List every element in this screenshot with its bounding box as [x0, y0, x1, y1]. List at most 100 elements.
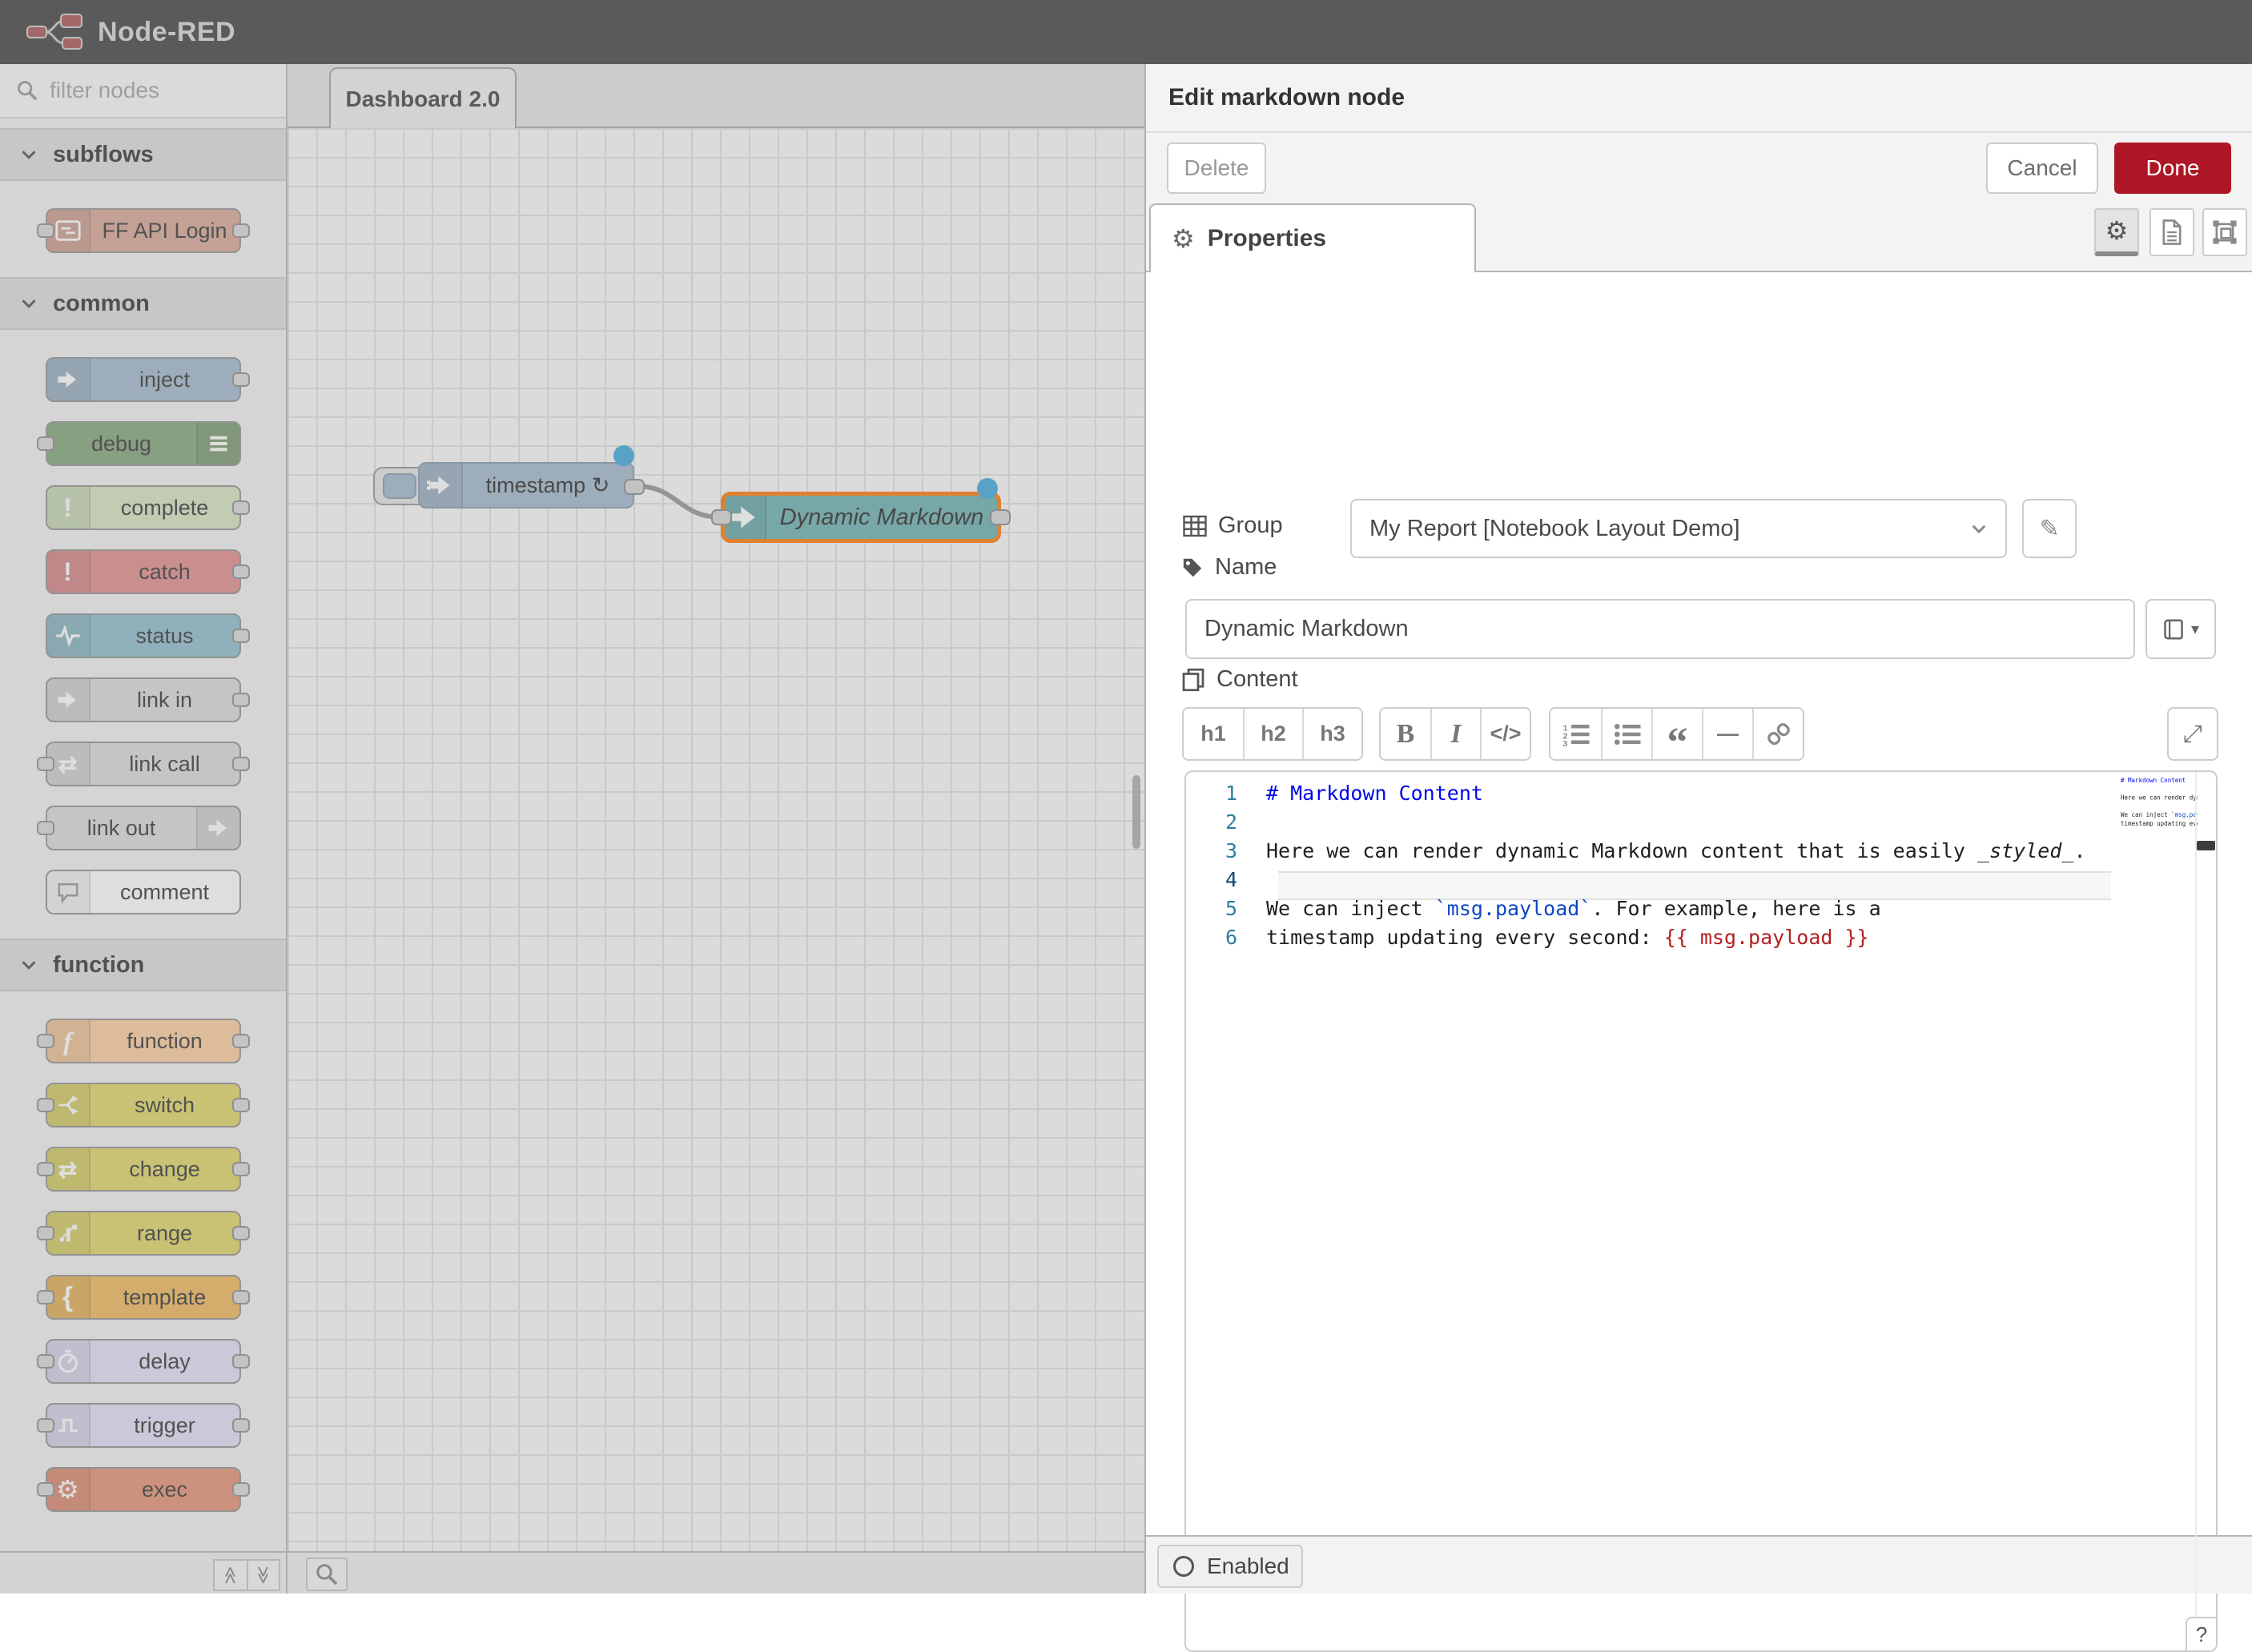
link-button[interactable]: [1752, 709, 1803, 759]
appearance-view-button[interactable]: [2202, 208, 2247, 256]
flow-node-timestamp[interactable]: timestamp ↻: [418, 462, 634, 508]
node-palette: filter nodes subflowsFF API Logincommoni…: [0, 64, 288, 1551]
palette-node-link-call[interactable]: ⇄link call: [46, 742, 241, 786]
output-port: [232, 1034, 250, 1048]
appearance-icon: [2212, 219, 2238, 245]
content-label: Content: [1181, 666, 1298, 693]
editor-line-2[interactable]: 2: [1186, 807, 2216, 836]
properties-view-button[interactable]: ⚙: [2094, 208, 2139, 256]
palette-node-switch[interactable]: switch: [46, 1083, 241, 1127]
arrow-icon: [47, 359, 90, 400]
palette-node-label: inject: [90, 359, 239, 400]
palette-section-header-function[interactable]: function: [0, 939, 286, 991]
workspace-tab-bar: Dashboard 2.0: [288, 64, 1144, 128]
palette-node-inject[interactable]: inject: [46, 357, 241, 402]
edit-group-button[interactable]: ✎: [2022, 499, 2077, 558]
palette-node-complete[interactable]: !complete: [46, 485, 241, 530]
markdown-input-port[interactable]: [711, 509, 732, 525]
palette-node-debug[interactable]: debug: [46, 421, 241, 466]
output-port: [232, 565, 250, 579]
arrow-icon: [47, 679, 90, 721]
palette-node-comment[interactable]: comment: [46, 870, 241, 914]
h1-button[interactable]: h1: [1184, 709, 1243, 759]
cancel-button[interactable]: Cancel: [1986, 143, 2098, 194]
editor-line-4[interactable]: 4: [1186, 865, 2216, 894]
name-input[interactable]: Dynamic Markdown: [1185, 599, 2135, 659]
editor-line-1[interactable]: 1# Markdown Content: [1186, 778, 2216, 807]
delete-button[interactable]: Delete: [1167, 143, 1266, 194]
palette-section-header-common[interactable]: common: [0, 277, 286, 330]
chevron-down-icon: [19, 145, 38, 164]
editor-line-3[interactable]: 3Here we can render dynamic Markdown con…: [1186, 836, 2216, 865]
done-button[interactable]: Done: [2114, 143, 2231, 194]
bold-button[interactable]: B: [1381, 709, 1430, 759]
input-port: [37, 436, 54, 451]
search-icon: [16, 79, 38, 102]
chevron-down-icon: [19, 955, 38, 975]
timestamp-changed-indicator: [613, 445, 634, 466]
output-port: [232, 757, 250, 771]
palette-node-function[interactable]: ffunction: [46, 1019, 241, 1063]
canvas-search-button[interactable]: [306, 1558, 348, 1591]
caret-down-icon: ▾: [2191, 619, 2199, 639]
wire-timestamp-to-markdown[interactable]: [288, 128, 1144, 1551]
bubble-icon: [47, 871, 90, 913]
flow-node-dynamic-markdown[interactable]: Dynamic Markdown: [721, 492, 1001, 543]
app-title: Node-RED: [98, 17, 235, 48]
h3-button[interactable]: h3: [1302, 709, 1361, 759]
name-label-options-button[interactable]: ▾: [2145, 599, 2216, 659]
palette-section-header-subflows[interactable]: subflows: [0, 128, 286, 181]
palette-node-catch[interactable]: !catch: [46, 549, 241, 594]
unordered-list-button[interactable]: [1601, 709, 1651, 759]
palette-node-trigger[interactable]: trigger: [46, 1403, 241, 1448]
palette-node-ff-api-login[interactable]: FF API Login: [46, 208, 241, 253]
palette-node-link-out[interactable]: link out: [46, 806, 241, 850]
palette-node-link-in[interactable]: link in: [46, 677, 241, 722]
output-port: [232, 1162, 250, 1176]
markdown-content-editor[interactable]: 1# Markdown Content23Here we can render …: [1184, 770, 2218, 1652]
blockquote-button[interactable]: “: [1651, 709, 1702, 759]
line-text: # Markdown Content: [1266, 782, 1483, 805]
unordered-list-icon: [1613, 722, 1642, 746]
ordered-list-button[interactable]: 123: [1550, 709, 1601, 759]
chevron-down-icon: [1968, 518, 1989, 539]
palette-section-items-common: inject debug !complete !catch status link in ⇄…: [0, 330, 286, 939]
flow-canvas[interactable]: timestamp ↻ Dynamic Markdown: [288, 128, 1144, 1551]
tab-properties[interactable]: ⚙ Properties: [1149, 203, 1476, 272]
input-port: [37, 1226, 54, 1240]
palette-filter-input[interactable]: filter nodes: [0, 64, 286, 119]
editor-minimap[interactable]: # Markdown ContentHere we can render dyn…: [2121, 777, 2198, 881]
palette-node-label: comment: [90, 871, 239, 913]
palette-node-status[interactable]: status: [46, 613, 241, 658]
palette-node-change[interactable]: ⇄change: [46, 1147, 241, 1192]
toggle-circle-icon: [1173, 1556, 1194, 1577]
input-port: [37, 1034, 54, 1048]
arrow-icon: [196, 807, 239, 849]
timestamp-output-port[interactable]: [624, 479, 645, 495]
palette-node-delay[interactable]: delay: [46, 1339, 241, 1384]
palette-node-label: debug: [47, 423, 196, 464]
tab-dashboard-2-0[interactable]: Dashboard 2.0: [329, 67, 517, 130]
expand-editor-button[interactable]: ⤢: [2167, 707, 2218, 761]
palette-scroll-down-button[interactable]: ≪: [247, 1561, 279, 1590]
palette-node-exec[interactable]: ⚙exec: [46, 1467, 241, 1512]
node-enabled-toggle[interactable]: Enabled: [1157, 1545, 1303, 1588]
edit-node-tray: Edit markdown node Delete Cancel Done ⚙ …: [1144, 64, 2252, 1594]
markdown-output-port[interactable]: [990, 509, 1011, 525]
description-view-button[interactable]: [2149, 208, 2194, 256]
palette-node-template[interactable]: {template: [46, 1275, 241, 1320]
output-port: [232, 372, 250, 387]
editor-line-5[interactable]: 5We can inject `msg.payload`. For exampl…: [1186, 894, 2216, 922]
group-select[interactable]: My Report [Notebook Layout Demo]: [1350, 499, 2007, 558]
h2-button[interactable]: h2: [1243, 709, 1302, 759]
horizontal-rule-button[interactable]: —: [1702, 709, 1752, 759]
output-port: [232, 1226, 250, 1240]
code-button[interactable]: </>: [1480, 709, 1530, 759]
editor-line-6[interactable]: 6timestamp updating every second: {{ msg…: [1186, 922, 2216, 951]
italic-button[interactable]: I: [1430, 709, 1480, 759]
palette-scroll-up-button[interactable]: ≪: [215, 1561, 247, 1590]
input-port: [37, 1162, 54, 1176]
palette-node-range[interactable]: range: [46, 1211, 241, 1256]
editor-help-button[interactable]: ?: [2186, 1617, 2216, 1650]
editor-overview-ruler[interactable]: [2195, 772, 2216, 1650]
